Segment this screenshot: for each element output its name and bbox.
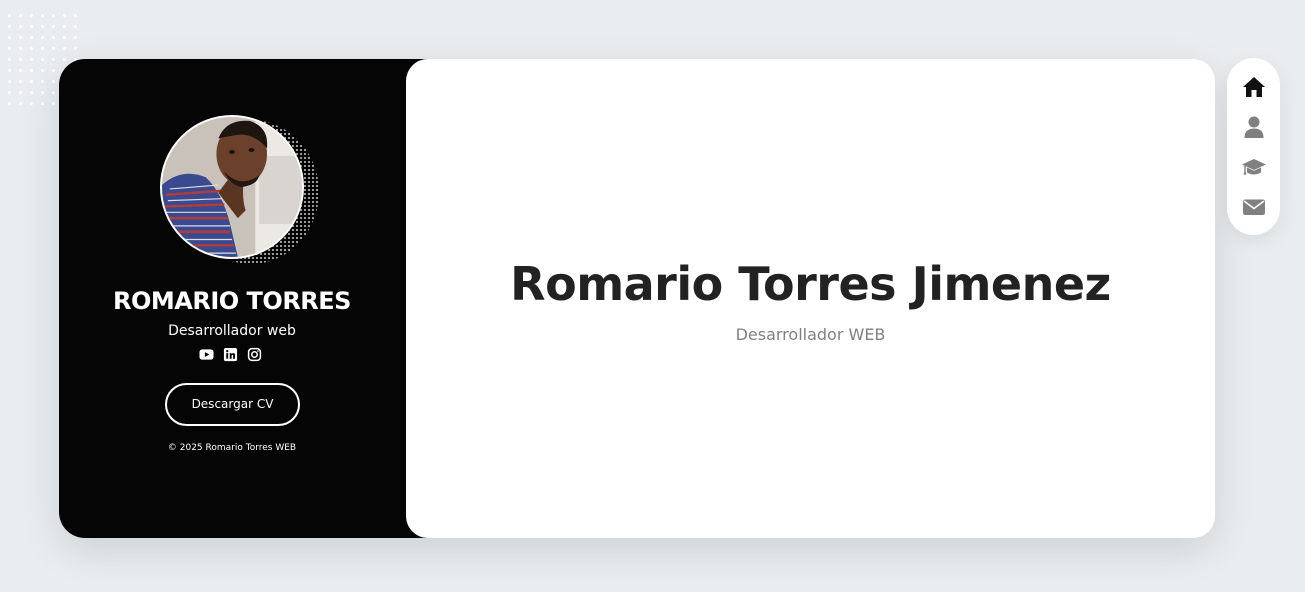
instagram-icon[interactable]: [247, 347, 262, 362]
side-navigation: [1227, 58, 1280, 235]
content-panel: Romario Torres Jimenez Desarrollador WEB: [406, 59, 1215, 538]
avatar: [160, 115, 304, 259]
user-icon: [1244, 116, 1263, 138]
nav-item-education[interactable]: [1239, 152, 1269, 182]
home-icon: [1242, 77, 1265, 97]
avatar-photo: [162, 117, 302, 257]
profile-panel: ROMARIO TORRES Desarrollador web Descarg…: [59, 59, 431, 538]
copyright-text: © 2025 Romario Torres WEB: [167, 443, 297, 453]
download-cv-button[interactable]: Descargar CV: [165, 383, 300, 426]
profile-role: Desarrollador web: [168, 323, 296, 339]
hero-subtitle: Desarrollador WEB: [735, 325, 886, 344]
linkedin-icon[interactable]: [223, 347, 238, 362]
nav-item-about[interactable]: [1239, 112, 1269, 142]
social-links: [199, 347, 262, 362]
main-card: ROMARIO TORRES Desarrollador web Descarg…: [59, 59, 1215, 538]
nav-item-contact[interactable]: [1239, 192, 1269, 222]
avatar-container: [159, 114, 319, 264]
graduation-cap-icon: [1241, 159, 1266, 175]
envelope-icon: [1242, 199, 1265, 215]
hero-title: Romario Torres Jimenez: [510, 257, 1111, 311]
youtube-icon[interactable]: [199, 347, 214, 362]
profile-name: ROMARIO TORRES: [113, 287, 351, 315]
nav-item-home[interactable]: [1239, 72, 1269, 102]
